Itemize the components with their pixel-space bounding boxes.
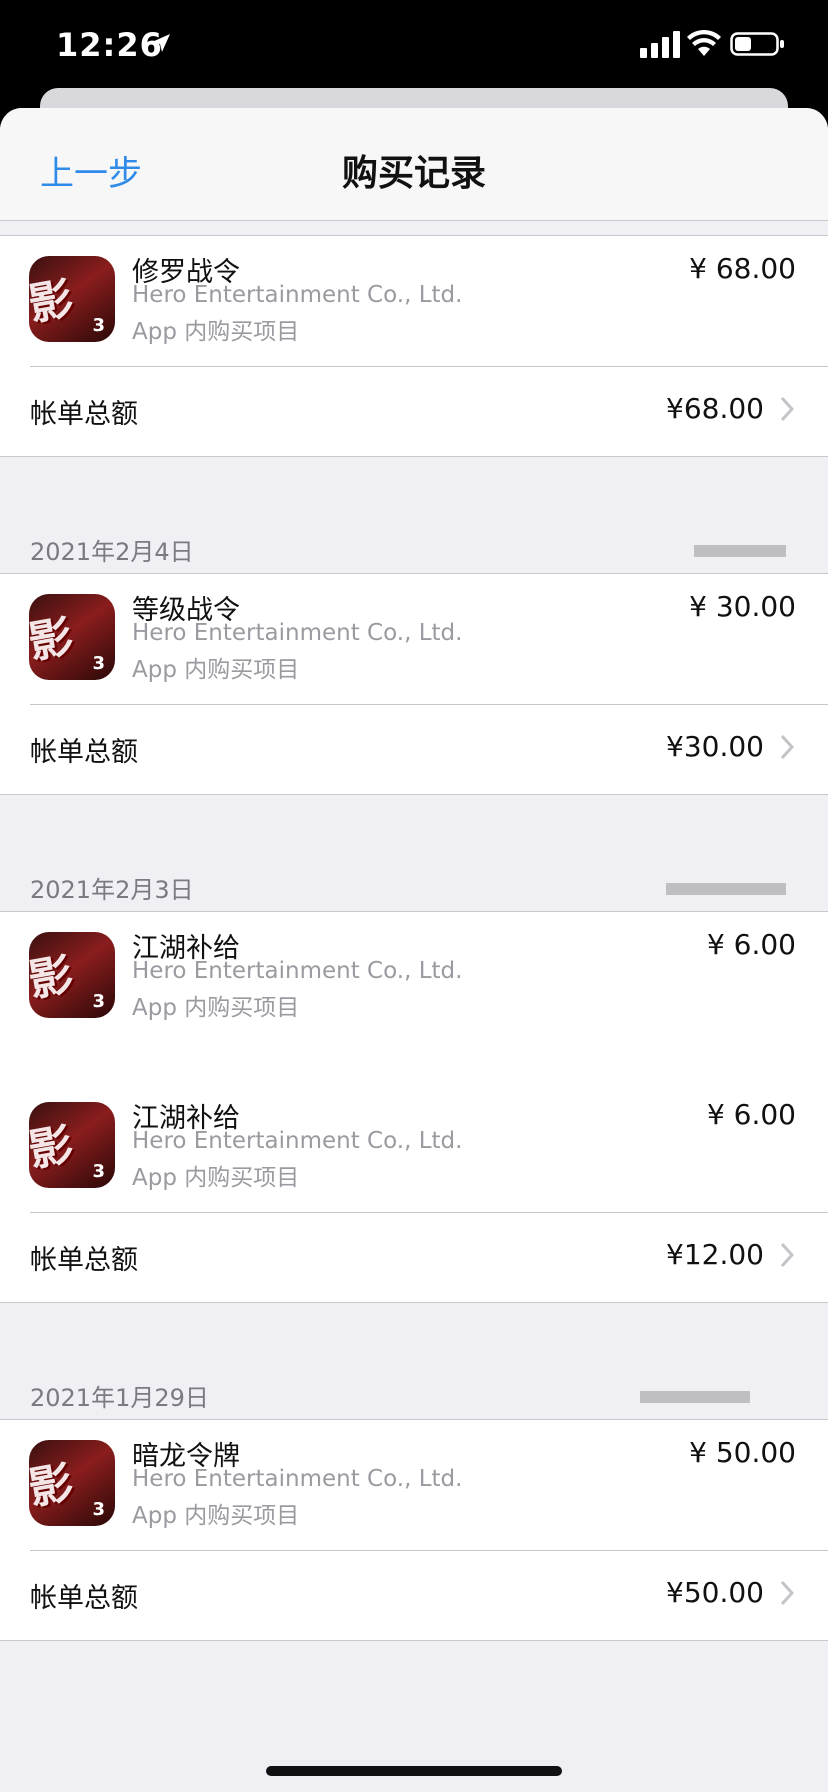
item-type: App 内购买项目 — [132, 995, 300, 1021]
purchase-item[interactable]: 影之刃 3 江湖补给 Hero Entertainment Co., Ltd. A… — [0, 912, 828, 1042]
chevron-right-icon — [780, 734, 794, 760]
wifi-icon — [687, 29, 721, 56]
redacted-order-id — [640, 1391, 750, 1403]
app-icon: 影之刃 3 — [29, 932, 115, 1018]
bill-total-amount: ¥12.00 — [666, 1238, 764, 1271]
item-type: App 内购买项目 — [132, 319, 300, 345]
purchase-group: 影之刃 3 等级战令 Hero Entertainment Co., Ltd. A… — [0, 573, 828, 795]
bill-total-label: 帐单总额 — [30, 399, 138, 430]
bill-total-label: 帐单总额 — [30, 737, 138, 768]
item-developer: Hero Entertainment Co., Ltd. — [132, 1128, 463, 1154]
bill-total-row[interactable]: 帐单总额 ¥30.00 — [0, 704, 828, 794]
app-icon: 影之刃 3 — [29, 594, 115, 680]
purchase-item[interactable]: 影之刃 3 江湖补给 Hero Entertainment Co., Ltd. A… — [0, 1082, 828, 1212]
bill-total-label: 帐单总额 — [30, 1583, 138, 1614]
item-type: App 内购买项目 — [132, 657, 300, 683]
purchase-item[interactable]: 影之刃 3 等级战令 Hero Entertainment Co., Ltd. A… — [0, 574, 828, 704]
bill-total-label: 帐单总额 — [30, 1245, 138, 1276]
bill-total-amount: ¥50.00 — [666, 1576, 764, 1609]
date-header: 2021年2月3日 — [30, 876, 194, 904]
purchase-group: 影之刃 3 修罗战令 Hero Entertainment Co., Ltd. A… — [0, 235, 828, 457]
item-price: ¥ 6.00 — [706, 928, 796, 961]
cellular-signal-icon — [640, 31, 680, 58]
redacted-order-id — [666, 883, 786, 895]
chevron-right-icon — [780, 1580, 794, 1606]
item-price: ¥ 68.00 — [689, 252, 796, 285]
bill-total-row[interactable]: 帐单总额 ¥50.00 — [0, 1550, 828, 1640]
purchase-history-sheet: 上一步 购买记录 影之刃 3 修罗战令 Hero Entertainment Co… — [0, 108, 828, 1792]
redacted-order-id — [694, 545, 786, 557]
divider — [30, 366, 828, 367]
item-developer: Hero Entertainment Co., Ltd. — [132, 1466, 463, 1492]
item-price: ¥ 30.00 — [689, 590, 796, 623]
status-bar: 12:26 — [0, 0, 828, 96]
navigation-bar: 上一步 购买记录 — [0, 108, 828, 221]
battery-icon — [730, 32, 784, 56]
purchase-group: 影之刃 3 暗龙令牌 Hero Entertainment Co., Ltd. A… — [0, 1419, 828, 1641]
item-developer: Hero Entertainment Co., Ltd. — [132, 958, 463, 984]
divider — [30, 704, 828, 705]
bill-total-amount: ¥68.00 — [666, 392, 764, 425]
purchase-item[interactable]: 影之刃 3 修罗战令 Hero Entertainment Co., Ltd. A… — [0, 236, 828, 366]
app-icon: 影之刃 3 — [29, 1440, 115, 1526]
item-price: ¥ 50.00 — [689, 1436, 796, 1469]
app-icon: 影之刃 3 — [29, 256, 115, 342]
chevron-right-icon — [780, 1242, 794, 1268]
chevron-right-icon — [780, 396, 794, 422]
date-header: 2021年2月4日 — [30, 538, 194, 566]
divider — [30, 1212, 828, 1213]
date-header: 2021年1月29日 — [30, 1384, 209, 1412]
location-arrow-icon — [152, 34, 170, 52]
divider — [30, 1550, 828, 1551]
purchase-item[interactable]: 影之刃 3 暗龙令牌 Hero Entertainment Co., Ltd. A… — [0, 1420, 828, 1550]
item-price: ¥ 6.00 — [706, 1098, 796, 1131]
status-time: 12:26 — [56, 26, 163, 64]
item-type: App 内购买项目 — [132, 1165, 300, 1191]
purchase-group: 影之刃 3 江湖补给 Hero Entertainment Co., Ltd. A… — [0, 911, 828, 1303]
item-developer: Hero Entertainment Co., Ltd. — [132, 282, 463, 308]
bill-total-amount: ¥30.00 — [666, 730, 764, 763]
bill-total-row[interactable]: 帐单总额 ¥12.00 — [0, 1212, 828, 1302]
item-type: App 内购买项目 — [132, 1503, 300, 1529]
page-title: 购买记录 — [341, 153, 486, 194]
item-developer: Hero Entertainment Co., Ltd. — [132, 620, 463, 646]
home-indicator[interactable] — [266, 1766, 562, 1776]
app-icon: 影之刃 3 — [29, 1102, 115, 1188]
bill-total-row[interactable]: 帐单总额 ¥68.00 — [0, 366, 828, 456]
